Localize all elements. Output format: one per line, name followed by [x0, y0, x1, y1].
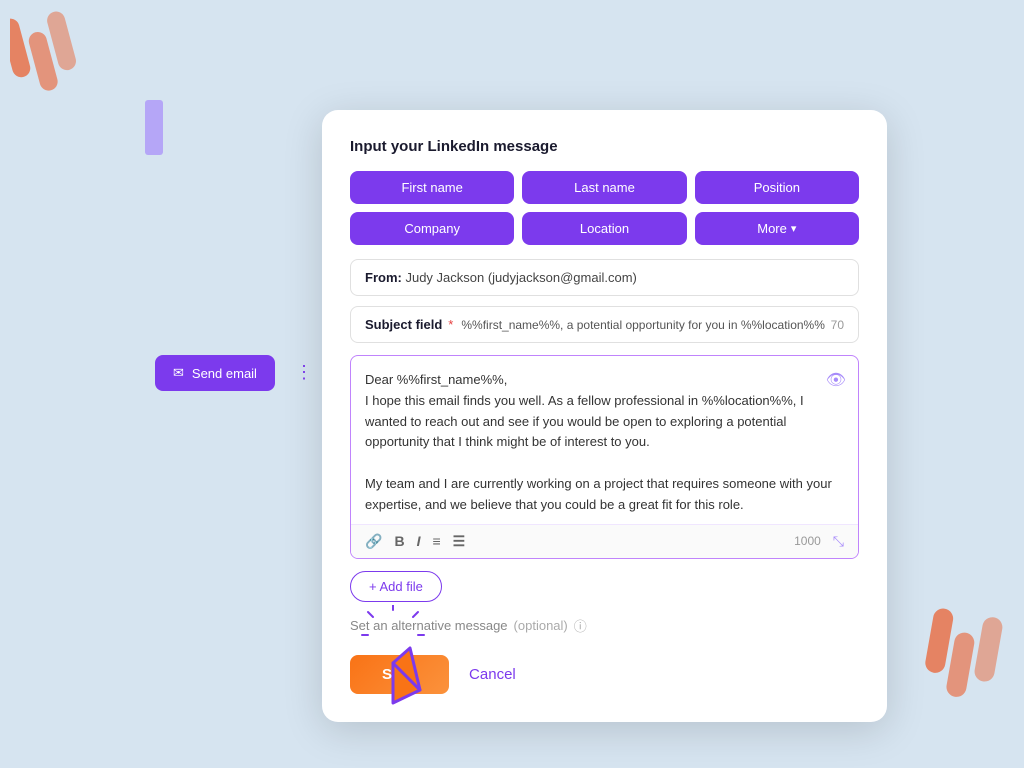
subject-char-count: 70 [831, 318, 844, 332]
from-field: From: Judy Jackson (judyjackson@gmail.co… [350, 259, 859, 296]
save-button[interactable]: Save [350, 655, 449, 694]
unordered-list-icon[interactable]: ☰ [453, 533, 466, 550]
message-text: Dear %%first_name%%, I hope this email f… [365, 372, 832, 512]
preview-icon[interactable]: 👁 [826, 368, 846, 394]
resize-icon[interactable]: ⤡ [833, 533, 844, 550]
decorative-wave-bottom-right [919, 603, 1009, 748]
tag-last-name[interactable]: Last name [522, 171, 686, 204]
linkedin-message-modal: Input your LinkedIn message First name L… [322, 110, 887, 722]
save-label: Save [382, 666, 417, 683]
editor-toolbar: 🔗 B I ≡ ☰ 1000 ⤡ [351, 524, 858, 558]
bold-icon[interactable]: B [394, 533, 404, 549]
message-char-count: 1000 [794, 534, 821, 548]
send-email-icon: ✉ [173, 365, 184, 381]
chevron-down-icon: ▾ [791, 222, 797, 235]
tags-grid: First name Last name Position Company Lo… [350, 171, 859, 245]
add-file-label: + Add file [369, 579, 423, 594]
subject-required: * [448, 317, 453, 332]
send-email-button[interactable]: ✉ Send email [155, 355, 275, 391]
link-icon[interactable]: 🔗 [365, 533, 382, 550]
decorative-purple-rect [145, 100, 163, 155]
tag-position[interactable]: Position [695, 171, 859, 204]
tag-more[interactable]: More ▾ [695, 212, 859, 245]
add-file-button[interactable]: + Add file [350, 571, 442, 602]
send-email-more-icon[interactable]: ⋮ [295, 362, 313, 383]
alt-message-label[interactable]: Set an alternative message [350, 618, 508, 633]
italic-icon[interactable]: I [417, 533, 421, 549]
subject-value: %%first_name%%, a potential opportunity … [461, 318, 825, 332]
tag-first-name[interactable]: First name [350, 171, 514, 204]
subject-label: Subject field [365, 317, 442, 332]
cancel-button[interactable]: Cancel [469, 666, 516, 683]
ordered-list-icon[interactable]: ≡ [432, 533, 440, 549]
from-value: Judy Jackson (judyjackson@gmail.com) [405, 270, 636, 285]
alt-message-optional: (optional) [514, 618, 568, 633]
decorative-wave-top-left [10, 10, 90, 145]
message-content[interactable]: Dear %%first_name%%, I hope this email f… [351, 356, 858, 524]
tag-location[interactable]: Location [522, 212, 686, 245]
alt-message-section: Set an alternative message (optional) ⓘ [350, 616, 859, 635]
subject-field[interactable]: Subject field * %%first_name%%, a potent… [350, 306, 859, 343]
message-editor[interactable]: Dear %%first_name%%, I hope this email f… [350, 355, 859, 559]
modal-title: Input your LinkedIn message [350, 138, 859, 155]
bottom-actions: Save Cancel [350, 655, 859, 694]
send-email-label: Send email [192, 366, 257, 381]
from-label: From: [365, 270, 402, 285]
cancel-label: Cancel [469, 666, 516, 683]
info-icon[interactable]: ⓘ [574, 616, 587, 635]
tag-company[interactable]: Company [350, 212, 514, 245]
